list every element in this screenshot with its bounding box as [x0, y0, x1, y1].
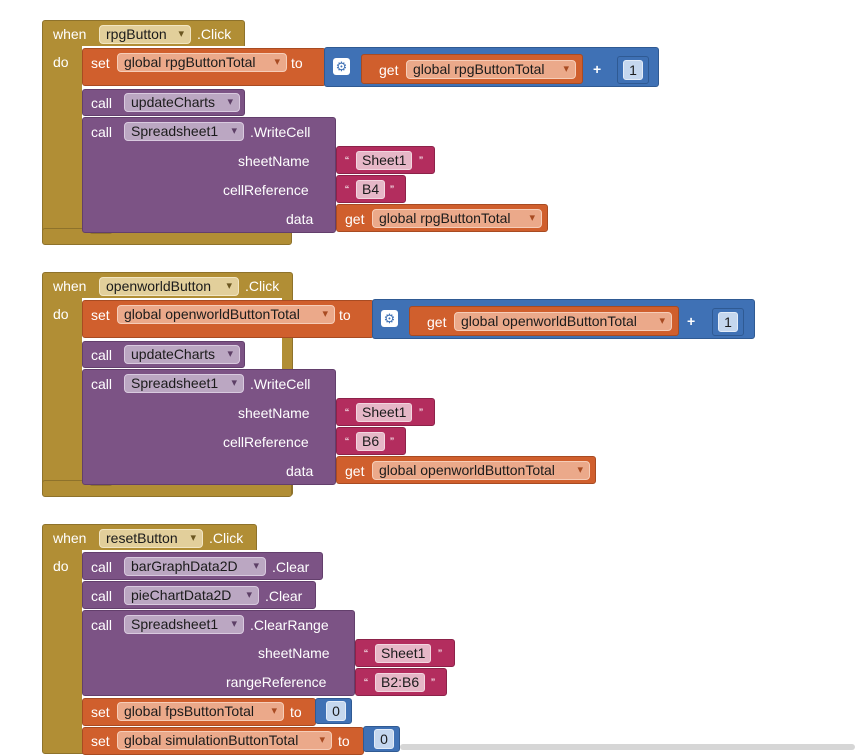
number-value[interactable]: 0 — [374, 729, 394, 749]
variable-dropdown-get[interactable]: global rpgButtonTotal — [406, 60, 576, 79]
sheetname-value[interactable]: Sheet1 — [356, 151, 413, 170]
open-quote: “ — [364, 676, 368, 690]
open-quote: “ — [345, 435, 349, 449]
variable-dropdown-set[interactable]: global fpsButtonTotal — [117, 702, 284, 721]
open-quote: “ — [345, 154, 349, 168]
do-label: do — [53, 558, 69, 574]
set-label: set — [91, 733, 110, 749]
call-label: call — [91, 376, 113, 392]
get-label: get — [379, 62, 399, 78]
to-label: to — [290, 704, 302, 720]
do-label: do — [53, 306, 69, 322]
variable-dropdown-set[interactable]: global rpgButtonTotal — [117, 53, 287, 72]
call-label: call — [91, 559, 113, 575]
component-dropdown-bargraph[interactable]: barGraphData2D — [124, 557, 266, 576]
procedure-dropdown[interactable]: updateCharts — [124, 93, 240, 112]
spreadsheet-dropdown[interactable]: Spreadsheet1 — [124, 374, 244, 393]
get-label: get — [427, 314, 447, 330]
open-quote: “ — [345, 406, 349, 420]
number-value[interactable]: 1 — [718, 312, 738, 332]
variable-dropdown-set[interactable]: global openworldButtonTotal — [117, 305, 335, 324]
number-value[interactable]: 1 — [623, 60, 643, 80]
number-value[interactable]: 0 — [326, 701, 346, 721]
close-quote: ” — [419, 154, 423, 168]
cellreference-param-label: cellReference — [223, 434, 309, 450]
set-label: set — [91, 55, 110, 71]
sheetname-value[interactable]: Sheet1 — [356, 403, 413, 422]
cellreference-value[interactable]: B6 — [356, 432, 386, 451]
click-event-label: .Click — [197, 26, 232, 42]
close-quote: ” — [390, 183, 394, 197]
rangereference-value[interactable]: B2:B6 — [375, 673, 426, 692]
procedure-dropdown[interactable]: updateCharts — [124, 345, 240, 364]
variable-dropdown-set[interactable]: global simulationButtonTotal — [117, 731, 332, 750]
gear-icon[interactable]: ⚙ — [381, 310, 398, 327]
call-label: call — [91, 617, 113, 633]
close-quote: ” — [438, 647, 442, 661]
do-label: do — [53, 54, 69, 70]
when-label: when — [53, 530, 87, 546]
cellreference-param-label: cellReference — [223, 182, 309, 198]
clearrange-method-label: .ClearRange — [250, 617, 329, 633]
open-quote: “ — [345, 183, 349, 197]
variable-dropdown-get[interactable]: global openworldButtonTotal — [372, 461, 590, 480]
sheetname-param-label: sheetName — [258, 645, 330, 661]
writecell-method-label: .WriteCell — [250, 124, 311, 140]
sheetname-param-label: sheetName — [238, 153, 310, 169]
spreadsheet-dropdown[interactable]: Spreadsheet1 — [124, 122, 244, 141]
call-label: call — [91, 588, 113, 604]
data-param-label: data — [286, 211, 314, 227]
data-param-label: data — [286, 463, 314, 479]
get-label: get — [345, 211, 365, 227]
to-label: to — [291, 55, 303, 71]
when-label: when — [53, 278, 87, 294]
close-quote: ” — [390, 435, 394, 449]
get-label: get — [345, 463, 365, 479]
plus-operator: + — [687, 313, 696, 329]
set-label: set — [91, 307, 110, 323]
click-event-label: .Click — [209, 530, 244, 546]
call-label: call — [91, 124, 113, 140]
call-label: call — [91, 95, 113, 111]
click-event-label: .Click — [245, 278, 280, 294]
to-label: to — [338, 733, 350, 749]
cellreference-value[interactable]: B4 — [356, 180, 386, 199]
when-label: when — [53, 26, 87, 42]
component-dropdown-openworldButton[interactable]: openworldButton — [99, 277, 239, 296]
to-label: to — [339, 307, 351, 323]
close-quote: ” — [431, 676, 435, 690]
writecell-method-label: .WriteCell — [250, 376, 311, 392]
component-dropdown-piechart[interactable]: pieChartData2D — [124, 586, 259, 605]
plus-operator: + — [593, 61, 602, 77]
variable-dropdown-get[interactable]: global openworldButtonTotal — [454, 312, 672, 331]
clear-method-label: .Clear — [272, 559, 310, 575]
horizontal-scrollbar[interactable] — [400, 744, 855, 750]
close-quote: ” — [419, 406, 423, 420]
clear-method-label: .Clear — [265, 588, 303, 604]
sheetname-param-label: sheetName — [238, 405, 310, 421]
open-quote: “ — [364, 647, 368, 661]
variable-dropdown-get[interactable]: global rpgButtonTotal — [372, 209, 542, 228]
set-label: set — [91, 704, 110, 720]
component-dropdown-resetButton[interactable]: resetButton — [99, 529, 203, 548]
sheetname-value[interactable]: Sheet1 — [375, 644, 432, 663]
call-label: call — [91, 347, 113, 363]
rangereference-param-label: rangeReference — [226, 674, 327, 690]
component-dropdown-rpgButton[interactable]: rpgButton — [99, 25, 191, 44]
spreadsheet-dropdown[interactable]: Spreadsheet1 — [124, 615, 244, 634]
gear-icon[interactable]: ⚙ — [333, 58, 350, 75]
